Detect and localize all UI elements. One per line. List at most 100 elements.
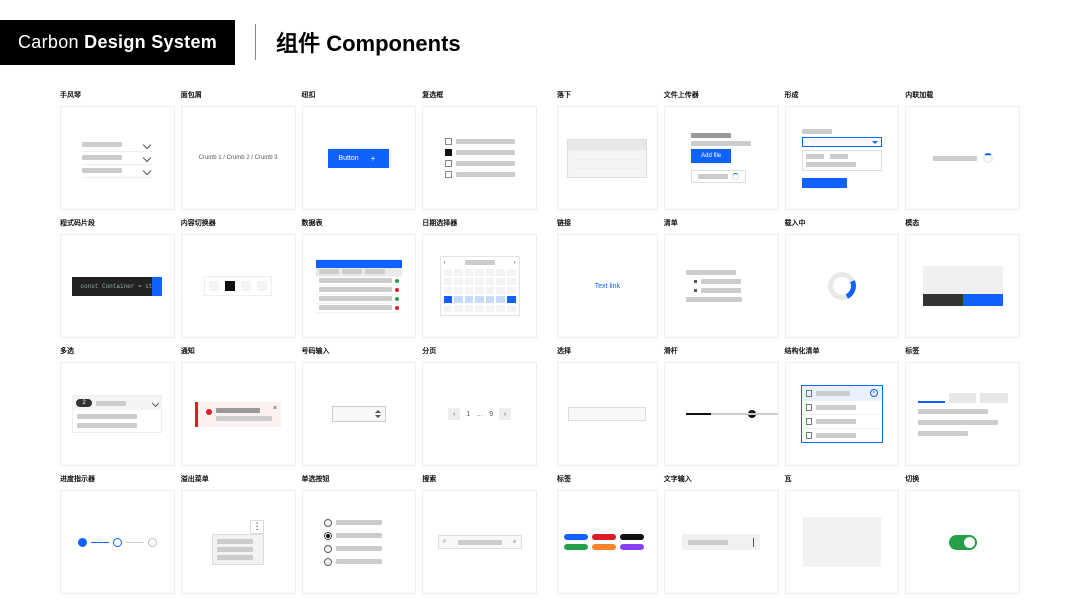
dropdown[interactable] xyxy=(567,139,647,178)
preview-tile xyxy=(785,490,900,594)
accordion-row[interactable] xyxy=(82,139,152,152)
checkbox-checked[interactable] xyxy=(445,149,452,156)
page-number[interactable]: 9 xyxy=(489,411,493,418)
error-icon xyxy=(206,409,212,415)
cell-content-switcher: 内容切换器 xyxy=(181,218,296,338)
cell-notification: 通知 × xyxy=(181,346,296,466)
label-link: 链接 xyxy=(557,218,658,228)
label-dropdown: 落下 xyxy=(557,90,658,100)
tag[interactable] xyxy=(620,544,644,550)
cell-code-snippet: 程式码片段 const Container = st xyxy=(60,218,175,338)
tab-icon-active[interactable] xyxy=(225,281,235,291)
logo: Carbon Design System xyxy=(0,20,235,65)
tags-group xyxy=(564,534,650,550)
search-input[interactable]: ⌕× xyxy=(438,535,522,549)
close-icon[interactable]: × xyxy=(870,389,878,397)
calendar[interactable]: ‹› xyxy=(440,256,520,316)
tag[interactable] xyxy=(564,534,588,540)
text-input[interactable] xyxy=(682,534,760,550)
tab-icon[interactable] xyxy=(209,281,219,291)
checkbox[interactable] xyxy=(445,171,452,178)
form-select[interactable] xyxy=(802,137,882,147)
accordion-row[interactable] xyxy=(82,152,152,165)
tab[interactable] xyxy=(980,393,1007,403)
tab-icon[interactable] xyxy=(241,281,251,291)
data-table xyxy=(316,260,402,313)
text-link[interactable]: Text link xyxy=(595,283,620,290)
preview-radio-button xyxy=(302,490,417,594)
checkbox[interactable] xyxy=(445,160,452,167)
label-slider: 滑杆 xyxy=(664,346,779,356)
tag[interactable] xyxy=(592,544,616,550)
form-submit-button[interactable] xyxy=(802,178,847,188)
prev-page-button[interactable]: ‹ xyxy=(448,408,460,420)
cell-overflow-menu: 溢出菜单 ⋮ xyxy=(181,474,296,594)
label-code-snippet: 程式码片段 xyxy=(60,218,175,228)
accordion-row[interactable] xyxy=(82,165,152,178)
tag[interactable] xyxy=(564,544,588,550)
preview-link: Text link xyxy=(557,234,658,338)
add-file-button[interactable]: Add file xyxy=(691,149,731,163)
label-progress-indicator: 进度指示器 xyxy=(60,474,175,484)
tab[interactable] xyxy=(949,393,976,403)
slider[interactable] xyxy=(686,410,756,418)
copy-icon[interactable] xyxy=(152,277,162,296)
checkbox[interactable] xyxy=(445,138,452,145)
structured-list[interactable]: × xyxy=(801,385,883,443)
label-overflow-menu: 溢出菜单 xyxy=(181,474,296,484)
clear-icon[interactable]: × xyxy=(513,539,517,546)
tag[interactable] xyxy=(592,534,616,540)
toggle-on[interactable] xyxy=(949,535,977,550)
cell-link: 链接 Text link xyxy=(557,218,658,338)
tab-icon[interactable] xyxy=(257,281,267,291)
tag[interactable] xyxy=(620,534,644,540)
progress-step-incomplete xyxy=(148,538,157,547)
primary-button[interactable]: Button+ xyxy=(328,149,389,168)
modal-cancel-button[interactable] xyxy=(923,294,963,306)
page-title: 组件 Components xyxy=(276,26,461,58)
label-tabs: 标签 xyxy=(905,346,1020,356)
preview-text-input xyxy=(664,490,779,594)
preview-loading xyxy=(785,234,900,338)
cell-button: 纽扣 Button+ xyxy=(302,90,417,210)
breadcrumb[interactable]: Crumb 1 / Crumb 2 / Crumb 3 xyxy=(199,155,278,161)
modal xyxy=(923,266,1003,306)
cell-tile: 瓦 xyxy=(785,474,900,594)
next-page-button[interactable]: › xyxy=(499,408,511,420)
tab[interactable] xyxy=(918,393,945,403)
cell-tabs: 标签 xyxy=(905,346,1020,466)
cell-modal: 模态 xyxy=(905,218,1020,338)
modal-confirm-button[interactable] xyxy=(963,294,1003,306)
page-number[interactable]: 1 xyxy=(466,411,470,418)
label-modal: 模态 xyxy=(905,218,1020,228)
count-badge: 2 xyxy=(76,399,91,407)
label-inline-loading: 内联加载 xyxy=(905,90,1020,100)
cell-slider: 滑杆 xyxy=(664,346,779,466)
preview-dropdown xyxy=(557,106,658,210)
progress-step-current xyxy=(113,538,122,547)
prev-icon[interactable]: ‹ xyxy=(444,260,446,266)
number-input[interactable] xyxy=(332,406,386,422)
close-icon[interactable]: × xyxy=(273,405,277,412)
content-switcher[interactable] xyxy=(204,276,272,296)
radio-button[interactable] xyxy=(324,545,332,553)
text-cursor-icon xyxy=(753,538,754,547)
pagination: ‹ 1 … 9 › xyxy=(448,408,511,420)
select-input[interactable] xyxy=(568,407,646,421)
multiselect[interactable]: 2 xyxy=(72,395,162,433)
logo-text-bold: Design System xyxy=(84,32,217,52)
preview-content-switcher xyxy=(181,234,296,338)
next-icon[interactable]: › xyxy=(514,260,516,266)
cell-text-input: 文字输入 xyxy=(664,474,779,594)
code-snippet[interactable]: const Container = st xyxy=(72,277,162,296)
overflow-button[interactable]: ⋮ xyxy=(250,520,264,534)
radio-button[interactable] xyxy=(324,519,332,527)
preview-toggle xyxy=(905,490,1020,594)
header: Carbon Design System 组件 Components xyxy=(0,12,1080,72)
label-data-table: 数据表 xyxy=(302,218,417,228)
tile[interactable] xyxy=(803,517,881,567)
cell-radio-button: 单选按钮 xyxy=(302,474,417,594)
radio-button[interactable] xyxy=(324,558,332,566)
radio-button-checked[interactable] xyxy=(324,532,332,540)
progress-step-complete xyxy=(78,538,87,547)
